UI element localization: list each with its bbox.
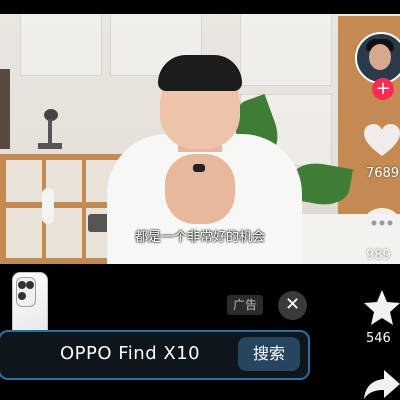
presenter-hair xyxy=(158,55,242,91)
star-icon[interactable] xyxy=(362,288,400,328)
search-button[interactable]: 搜索 xyxy=(238,337,300,371)
wall-panel xyxy=(240,14,332,86)
comment-count: 989 xyxy=(366,248,391,263)
follow-button[interactable]: + xyxy=(372,78,394,100)
favorite-count: 546 xyxy=(366,331,391,346)
ad-badge: 广告 xyxy=(227,295,263,315)
creator-avatar[interactable] xyxy=(355,32,400,84)
lapel-mic xyxy=(193,164,205,172)
like-count: 7689 xyxy=(366,166,400,181)
wall-panel xyxy=(20,14,102,76)
close-ad-button[interactable]: ✕ xyxy=(278,291,307,320)
toy-figure xyxy=(38,109,64,151)
ad-product-name: OPPO Find X10 xyxy=(60,343,201,364)
heart-icon[interactable] xyxy=(362,122,400,162)
video-subtitle: 都是一个非常好的机会 xyxy=(134,230,265,245)
wall-frame xyxy=(0,69,10,149)
close-icon: ✕ xyxy=(284,294,301,315)
ad-search-bar[interactable]: OPPO Find X10 搜索 xyxy=(0,330,310,380)
share-icon[interactable] xyxy=(362,368,400,400)
comment-icon[interactable] xyxy=(362,206,400,244)
top-bar xyxy=(0,0,400,14)
figurine xyxy=(42,188,54,224)
